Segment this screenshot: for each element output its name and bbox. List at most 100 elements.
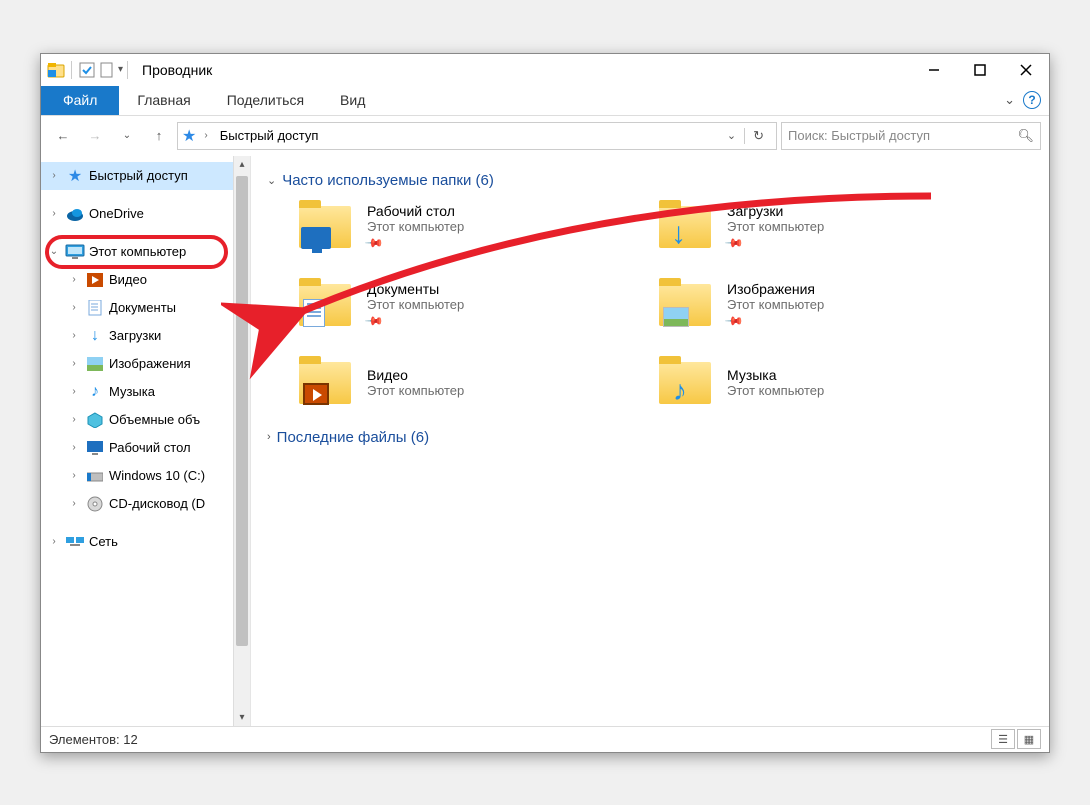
scroll-thumb[interactable] [236, 176, 248, 646]
tree-label: Сеть [89, 534, 118, 549]
chevron-right-icon[interactable]: › [47, 536, 61, 547]
folder-location: Этот компьютер [367, 219, 464, 234]
cube-icon [85, 412, 105, 428]
pin-icon: 📌 [724, 233, 744, 253]
folders-grid: Рабочий столЭтот компьютер📌 ↓ЗагрузкиЭтот… [297, 201, 1033, 409]
doc-overlay-icon [303, 299, 325, 327]
search-icon[interactable]: 🔍︎ [1017, 128, 1034, 144]
folder-icon: ♪ [657, 357, 713, 409]
sidebar-scrollbar[interactable]: ▴ ▾ [233, 156, 250, 726]
view-details-button[interactable]: ☰ [991, 729, 1015, 749]
pin-icon: 📌 [364, 311, 384, 331]
ribbon-tab-share[interactable]: Поделиться [209, 86, 322, 115]
ribbon-tab-home[interactable]: Главная [119, 86, 208, 115]
tree-onedrive[interactable]: › OneDrive [41, 200, 250, 228]
tree-music[interactable]: › ♪ Музыка [41, 378, 250, 406]
chevron-right-icon[interactable]: › [67, 442, 81, 453]
chevron-right-icon[interactable]: › [67, 358, 81, 369]
folder-tile[interactable]: Рабочий столЭтот компьютер📌 [297, 201, 637, 253]
disc-icon [85, 496, 105, 512]
chevron-right-icon[interactable]: › [267, 431, 271, 443]
chevron-right-icon[interactable]: › [67, 302, 81, 313]
chevron-down-icon[interactable]: ⌄ [47, 246, 61, 257]
tree-drive-cd[interactable]: › CD-дисковод (D [41, 490, 250, 518]
search-input[interactable]: Поиск: Быстрый доступ 🔍︎ [781, 122, 1041, 150]
chevron-right-icon[interactable]: › [67, 274, 81, 285]
tree-label: Быстрый доступ [89, 168, 188, 183]
download-arrow-icon: ↓ [671, 217, 686, 251]
folder-icon [657, 279, 713, 331]
chevron-right-icon[interactable]: › [47, 170, 61, 181]
address-dropdown-icon[interactable]: ⌄ [721, 129, 742, 142]
scroll-down-icon[interactable]: ▾ [234, 709, 250, 726]
music-note-icon: ♪ [673, 375, 687, 407]
tree-label: Документы [109, 300, 176, 315]
ribbon-file-tab[interactable]: Файл [41, 86, 119, 115]
tree-drive-c[interactable]: › Windows 10 (C:) [41, 462, 250, 490]
qat-dropdown-icon[interactable]: ▾ [118, 64, 123, 75]
tree-3d-objects[interactable]: › Объемные объ [41, 406, 250, 434]
tree-pictures[interactable]: › Изображения [41, 350, 250, 378]
folder-tile[interactable]: ИзображенияЭтот компьютер📌 [657, 279, 997, 331]
close-button[interactable] [1003, 54, 1049, 86]
download-icon: ↓ [85, 327, 105, 345]
desktop-overlay-icon [301, 227, 331, 249]
nav-back-button[interactable]: ← [49, 122, 77, 150]
chevron-right-icon[interactable]: › [47, 208, 61, 219]
folder-tile[interactable]: ↓ЗагрузкиЭтот компьютер📌 [657, 201, 997, 253]
star-icon: ★ [65, 166, 85, 186]
qat-newfolder-icon[interactable] [98, 61, 116, 79]
group-frequent-folders[interactable]: ⌄ Часто используемые папки (6) [267, 172, 1033, 189]
ribbon-expand-icon[interactable]: ⌄ [1004, 92, 1015, 108]
help-icon[interactable]: ? [1023, 91, 1041, 109]
search-placeholder: Поиск: Быстрый доступ [788, 128, 930, 143]
chevron-right-icon[interactable]: › [67, 470, 81, 481]
pc-monitor-icon [65, 243, 85, 261]
chevron-right-icon[interactable]: › [67, 498, 81, 509]
nav-forward-button[interactable]: → [81, 122, 109, 150]
chevron-right-icon[interactable]: › [67, 330, 81, 341]
tree-network[interactable]: › Сеть [41, 528, 250, 556]
tree-label: OneDrive [89, 206, 144, 221]
nav-tree: › ★ Быстрый доступ › OneDrive ⌄ Этот ком… [41, 156, 251, 726]
content-area[interactable]: ⌄ Часто используемые папки (6) Рабочий с… [251, 156, 1049, 726]
refresh-icon[interactable]: ↻ [744, 128, 772, 144]
address-bar[interactable]: ★ › Быстрый доступ ⌄ ↻ [177, 122, 777, 150]
chevron-right-icon[interactable]: › [200, 130, 211, 141]
group-recent-files[interactable]: › Последние файлы (6) [267, 429, 1033, 446]
maximize-button[interactable] [957, 54, 1003, 86]
folder-tile[interactable]: ДокументыЭтот компьютер📌 [297, 279, 637, 331]
tree-downloads[interactable]: › ↓ Загрузки [41, 322, 250, 350]
tree-documents[interactable]: › Документы [41, 294, 250, 322]
onedrive-icon [65, 205, 85, 223]
tree-this-pc[interactable]: ⌄ Этот компьютер [41, 238, 250, 266]
document-icon [85, 300, 105, 316]
folder-tile[interactable]: ♪МузыкаЭтот компьютер [657, 357, 997, 409]
tree-label: Этот компьютер [89, 244, 186, 259]
tree-label: Изображения [109, 356, 191, 371]
nav-up-button[interactable]: ↑ [145, 122, 173, 150]
ribbon-tab-view[interactable]: Вид [322, 86, 383, 115]
tree-videos[interactable]: › Видео [41, 266, 250, 294]
nav-recent-dropdown[interactable]: ⌄ [113, 122, 141, 150]
breadcrumb[interactable]: Быстрый доступ [216, 128, 323, 143]
chevron-right-icon[interactable]: › [67, 386, 81, 397]
tree-label: Загрузки [109, 328, 161, 343]
scroll-up-icon[interactable]: ▴ [234, 156, 250, 173]
divider [127, 61, 128, 79]
window-title: Проводник [142, 62, 212, 78]
ribbon: Файл Главная Поделиться Вид ⌄ ? [41, 86, 1049, 116]
chevron-down-icon[interactable]: ⌄ [267, 174, 276, 187]
view-icons-button[interactable]: ▦ [1017, 729, 1041, 749]
img-overlay-icon [663, 307, 689, 327]
tree-quick-access[interactable]: › ★ Быстрый доступ [41, 162, 250, 190]
folder-name: Документы [367, 281, 464, 297]
explorer-window: ▾ Проводник Файл Главная Поделиться Вид … [40, 53, 1050, 753]
nav-row: ← → ⌄ ↑ ★ › Быстрый доступ ⌄ ↻ Поиск: Бы… [41, 116, 1049, 156]
chevron-right-icon[interactable]: › [67, 414, 81, 425]
minimize-button[interactable] [911, 54, 957, 86]
qat-properties-icon[interactable] [78, 61, 96, 79]
window-controls [911, 54, 1049, 86]
folder-tile[interactable]: ВидеоЭтот компьютер [297, 357, 637, 409]
tree-desktop[interactable]: › Рабочий стол [41, 434, 250, 462]
